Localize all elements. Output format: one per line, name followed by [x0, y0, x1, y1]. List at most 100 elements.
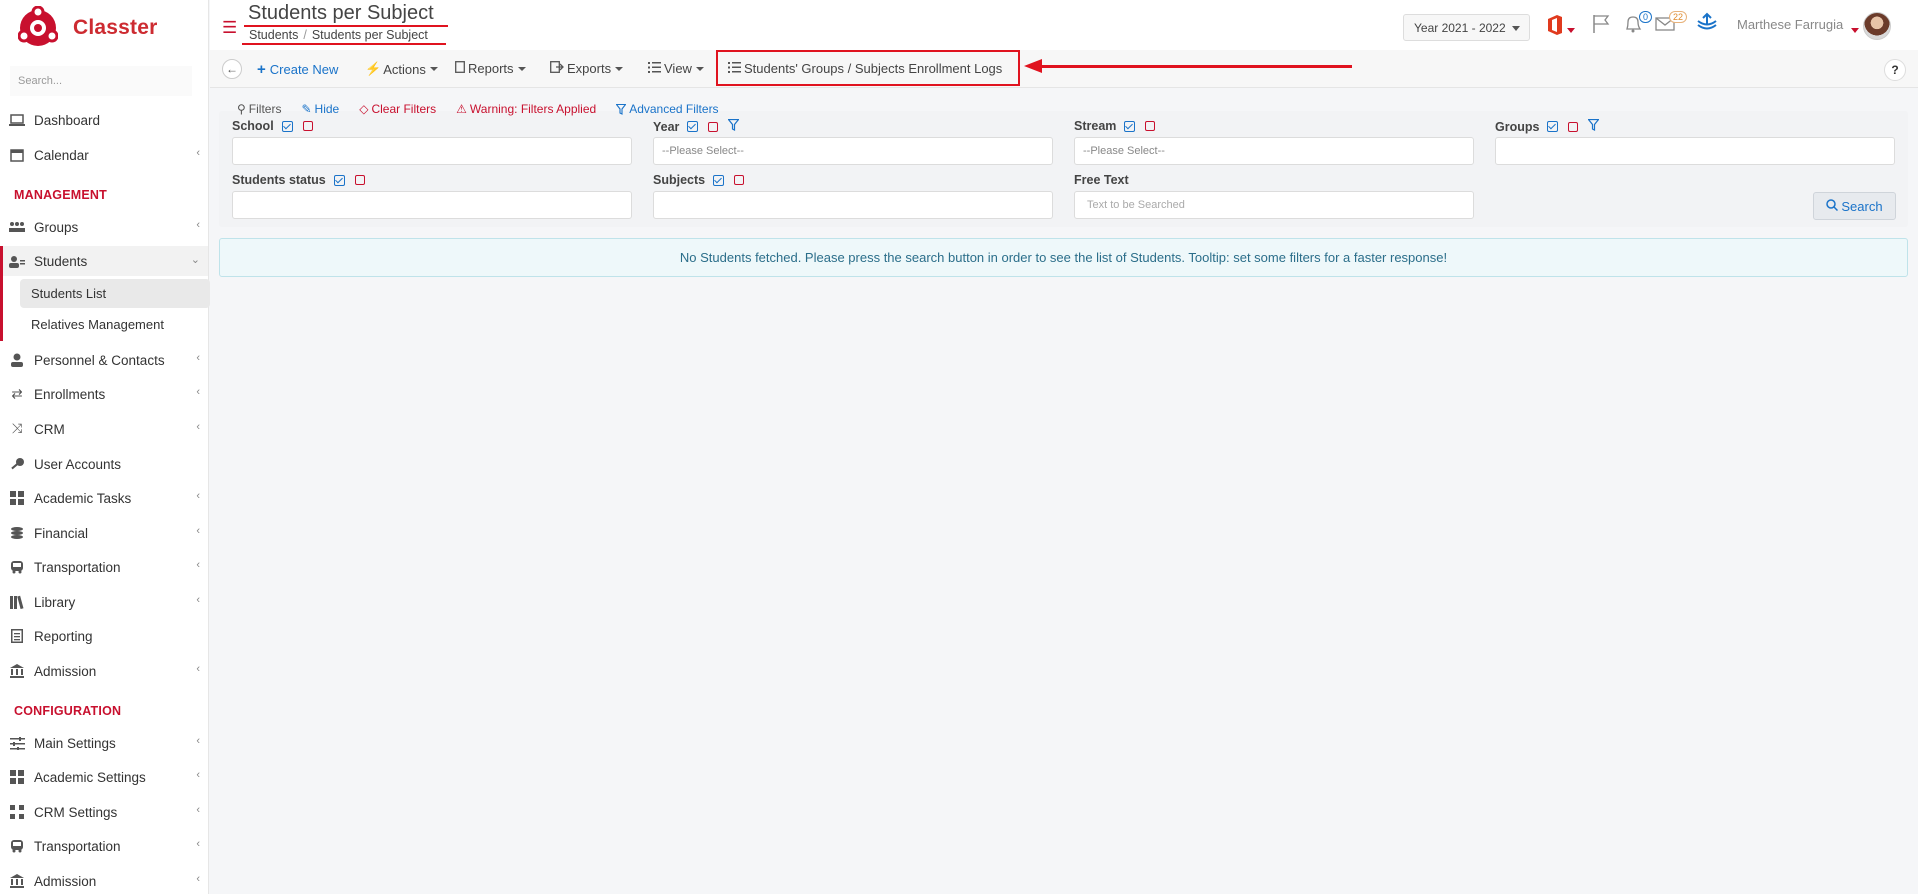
year-filter-label: Year [653, 118, 741, 134]
search-button-label: Search [1841, 198, 1883, 214]
sidebar-item-transportation[interactable]: Transportation ‹ [0, 552, 208, 582]
students-status-select[interactable] [232, 191, 632, 219]
sidebar: Classter Dashboard Calendar ‹ MANAGEMENT… [0, 0, 210, 894]
sidebar-item-calendar[interactable]: Calendar ‹ [0, 140, 208, 170]
school-filter-label: School [232, 119, 313, 133]
school-select[interactable] [232, 137, 632, 165]
chevron-left-icon: ‹ [196, 769, 200, 781]
chevron-left-icon: ‹ [196, 147, 200, 159]
breadcrumb-item[interactable]: Students [249, 28, 298, 42]
select-all-checkbox-icon[interactable] [333, 174, 345, 186]
funnel-icon[interactable] [727, 118, 741, 134]
reports-dropdown[interactable]: Reports [455, 61, 526, 76]
deselect-checkbox-icon[interactable] [1145, 121, 1156, 131]
avatar[interactable] [1863, 12, 1891, 40]
sidebar-item-main-settings[interactable]: Main Settings ‹ [0, 728, 208, 758]
deselect-checkbox-icon[interactable] [708, 121, 719, 132]
exchange-icon: ⇄ [11, 386, 23, 401]
sidebar-item-students[interactable]: Students ⌄ [0, 246, 208, 276]
sidebar-item-crm-settings[interactable]: CRM Settings ‹ [0, 797, 208, 827]
users-icon [8, 253, 26, 269]
sidebar-search-input[interactable] [10, 66, 192, 96]
sidebar-item-transportation-settings[interactable]: Transportation ‹ [0, 831, 208, 861]
sidebar-item-academic-tasks[interactable]: Academic Tasks ‹ [0, 483, 208, 513]
create-new-button[interactable]: + Create New [257, 61, 338, 78]
sidebar-item-crm[interactable]: ⤨ CRM ‹ [0, 414, 208, 444]
shuffle-icon: ⤨ [11, 421, 23, 436]
clear-filters-link[interactable]: ◇ Clear Filters [359, 102, 446, 116]
sidebar-item-label: Financial [34, 525, 89, 541]
year-select[interactable]: --Please Select-- [653, 137, 1053, 165]
groups-filter-label: Groups [1495, 118, 1601, 134]
sidebar-item-reporting[interactable]: Reporting [0, 621, 208, 651]
free-text-filter-label: Free Text [1074, 173, 1129, 187]
sidebar-item-library[interactable]: Library ‹ [0, 587, 208, 617]
sidebar-item-admission-settings[interactable]: Admission ‹ [0, 866, 208, 894]
view-dropdown[interactable]: View [648, 61, 704, 76]
list-icon [648, 61, 661, 76]
sidebar-item-user-accounts[interactable]: User Accounts [0, 449, 208, 479]
user-name[interactable]: Marthese Farrugia [1737, 17, 1843, 32]
office-icon[interactable] [1546, 14, 1564, 39]
sidebar-item-label: CRM Settings [34, 804, 118, 820]
notifications-badge: 0 [1639, 11, 1653, 23]
academic-year-select[interactable]: Year 2021 - 2022 [1403, 14, 1530, 41]
sidebar-item-groups[interactable]: Groups ‹ [0, 212, 208, 242]
free-text-input[interactable]: Text to be Searched [1074, 191, 1474, 219]
sidebar-item-personnel[interactable]: Personnel & Contacts ‹ [0, 345, 208, 375]
filters-bar: ⚲ Filters ✎ Hide ◇ Clear Filters ⚠ Warni… [237, 99, 739, 119]
chevron-down-icon: ⌄ [190, 254, 200, 266]
deselect-checkbox-icon[interactable] [354, 175, 365, 185]
app-logo[interactable]: Classter [17, 5, 158, 50]
search-button[interactable]: Search [1813, 192, 1896, 220]
school-label: School [232, 119, 274, 133]
stream-select[interactable]: --Please Select-- [1074, 137, 1474, 165]
breadcrumb: Students / Students per Subject [249, 28, 428, 42]
hamburger-menu-icon[interactable]: ☰ [222, 18, 237, 38]
title-highlight-underline [244, 25, 448, 27]
flag-icon[interactable] [1592, 14, 1610, 37]
sidebar-item-financial[interactable]: Financial ‹ [0, 518, 208, 548]
back-arrow-icon[interactable]: ← [222, 59, 242, 79]
select-all-checkbox-icon[interactable] [1124, 120, 1136, 132]
file-export-icon [550, 61, 564, 76]
sidebar-item-academic-settings[interactable]: Academic Settings ‹ [0, 762, 208, 792]
caret-down-icon [615, 66, 624, 71]
sidebar-item-enrollments[interactable]: ⇄ Enrollments ‹ [0, 379, 208, 409]
year-select-value: Year 2021 - 2022 [1414, 20, 1506, 35]
sidebar-item-label: Transportation [34, 559, 121, 575]
select-all-checkbox-icon[interactable] [687, 121, 699, 132]
sidebar-item-admission[interactable]: Admission ‹ [0, 656, 208, 686]
funnel-icon[interactable] [1587, 118, 1601, 134]
breadcrumb-highlight-underline [242, 43, 446, 45]
sidebar-item-dashboard[interactable]: Dashboard [0, 105, 208, 135]
deselect-checkbox-icon[interactable] [734, 175, 745, 185]
user-caret-icon[interactable] [1851, 22, 1859, 37]
select-all-checkbox-icon[interactable] [281, 120, 293, 132]
deselect-checkbox-icon[interactable] [302, 121, 313, 131]
advanced-filters-link[interactable]: Advanced Filters [616, 102, 728, 116]
office-caret-icon[interactable] [1567, 22, 1575, 37]
exports-dropdown[interactable]: Exports [550, 61, 624, 76]
reports-label: Reports [468, 61, 514, 76]
section-management: MANAGEMENT [14, 188, 107, 202]
deselect-checkbox-icon[interactable] [1568, 121, 1579, 132]
help-button[interactable]: ? [1884, 59, 1906, 81]
sidebar-item-students-list[interactable]: Students List [20, 279, 210, 308]
actions-dropdown[interactable]: ⚡ Actions [365, 61, 438, 77]
select-all-checkbox-icon[interactable] [1547, 121, 1559, 132]
sidebar-item-label: Transportation [34, 838, 121, 854]
user-tie-icon [8, 352, 26, 368]
app-name: Classter [73, 16, 158, 39]
chevron-left-icon: ‹ [196, 594, 200, 606]
groups-select[interactable] [1495, 137, 1895, 165]
messages-badge: 22 [1669, 11, 1688, 23]
layers-icon[interactable] [1696, 12, 1718, 37]
filters-toggle[interactable]: ⚲ Filters [237, 102, 291, 116]
sidebar-item-relatives-management[interactable]: Relatives Management [20, 310, 210, 339]
actions-label: Actions [383, 61, 426, 77]
filters-warning: ⚠ Warning: Filters Applied [456, 102, 606, 116]
hide-filters-link[interactable]: ✎ Hide [301, 102, 349, 116]
select-all-checkbox-icon[interactable] [713, 174, 725, 186]
subjects-select[interactable] [653, 191, 1053, 219]
